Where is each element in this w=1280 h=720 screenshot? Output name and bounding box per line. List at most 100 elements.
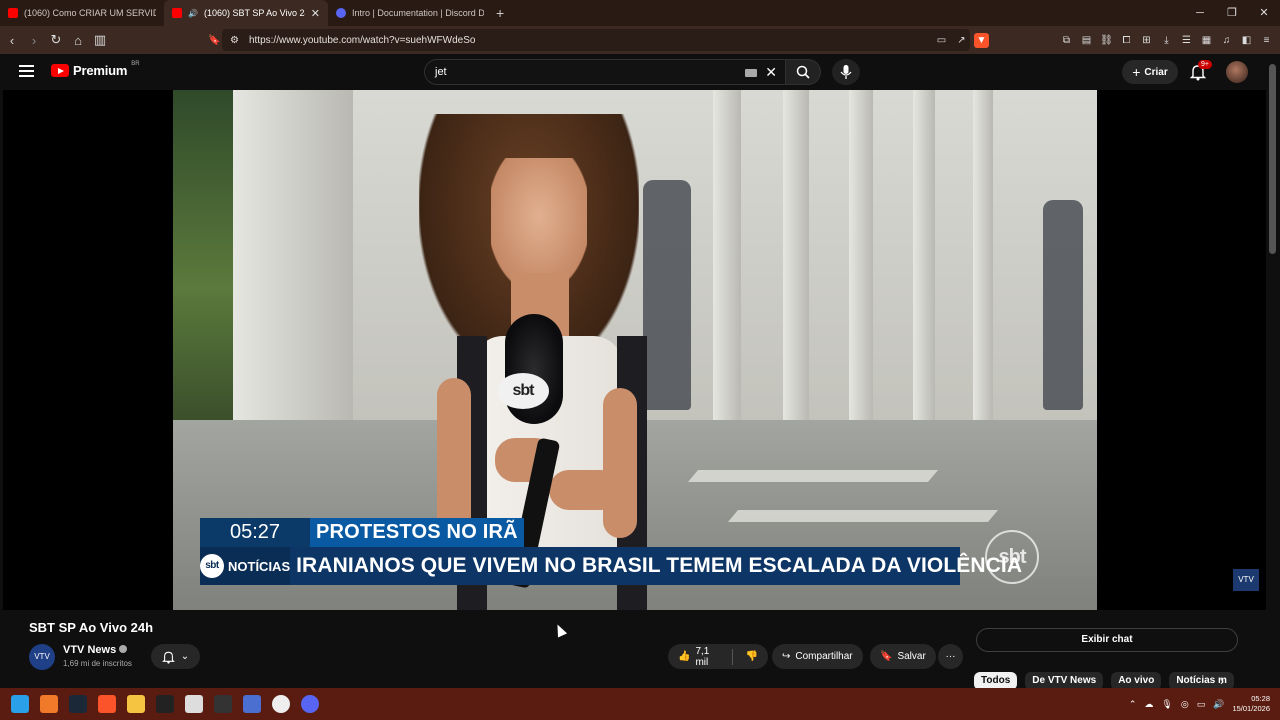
video-frame[interactable]: sbt 05:27 PROTESTOS NO IRÃ sbt NOTÍCIAS …: [173, 90, 1097, 610]
reload-icon[interactable]: ↻: [46, 32, 66, 48]
youtube-logo[interactable]: Premium BR: [51, 61, 140, 78]
tab-title: (1060) Como CRIAR UM SERVIDOR D: [24, 8, 156, 18]
forward-icon[interactable]: ›: [24, 33, 44, 48]
music-icon[interactable]: ♫: [1219, 33, 1234, 48]
search-button[interactable]: [785, 59, 821, 85]
discord-icon[interactable]: [301, 695, 319, 713]
start-icon[interactable]: [11, 695, 29, 713]
new-tab-button[interactable]: +: [496, 5, 504, 21]
lower-third-top: 05:27 PROTESTOS NO IRÃ: [200, 518, 524, 547]
tab-title: Intro | Documentation | Discord Deve: [352, 8, 484, 18]
browser-tab[interactable]: Intro | Documentation | Discord Deve: [328, 0, 492, 26]
channel-avatar[interactable]: VTV: [29, 644, 55, 670]
browser-extension-toolbar: ▭ ↗ ▼ ⧉ ▤ ⛓ ⧠ ⊞ ⤓ ☰ ▦ ♫ ◧ ≡: [934, 26, 1274, 54]
subscriber-count: 1,69 mi de inscritos: [63, 659, 132, 668]
back-icon[interactable]: ‹: [2, 33, 22, 48]
menu-icon[interactable]: ≡: [1259, 33, 1274, 48]
like-icon[interactable]: 👍: [678, 651, 690, 662]
epic-games-icon[interactable]: [156, 695, 174, 713]
building-pillar: [849, 90, 873, 420]
show-chat-button[interactable]: Exibir chat: [976, 628, 1238, 652]
browser-tab-strip: (1060) Como CRIAR UM SERVIDOR D 🔊 (1060)…: [0, 0, 1280, 26]
settings-icon[interactable]: [243, 695, 261, 713]
volume-icon[interactable]: 🔊: [1213, 699, 1224, 710]
system-clock[interactable]: 05:28 15/01/2026: [1232, 694, 1270, 714]
microphone-flag: sbt: [497, 373, 549, 409]
display-icon[interactable]: ▭: [1197, 699, 1206, 710]
brave-icon[interactable]: [98, 695, 116, 713]
search-value: jet: [435, 66, 447, 78]
building-pillar: [783, 90, 809, 420]
link-icon[interactable]: ⛓: [1099, 33, 1114, 48]
browser-tab-active[interactable]: 🔊 (1060) SBT SP Ao Vivo 24h - Y ✕: [164, 0, 328, 26]
pip-icon[interactable]: ⧠: [1119, 33, 1134, 48]
share-icon[interactable]: ↗: [954, 33, 969, 48]
crosswalk-stripe: [687, 470, 939, 482]
create-button[interactable]: + Criar: [1122, 60, 1178, 84]
building-pillar: [913, 90, 935, 420]
sbt-logo: sbt: [200, 554, 224, 578]
screenshot-icon[interactable]: ⧉: [1059, 33, 1074, 48]
app-icon[interactable]: [214, 695, 232, 713]
channel-branding-watermark[interactable]: VTV: [1233, 569, 1259, 591]
store-icon[interactable]: [185, 695, 203, 713]
search-icon: [796, 65, 810, 79]
keyboard-icon[interactable]: [745, 69, 757, 77]
brave-shield-icon[interactable]: ▼: [974, 32, 989, 48]
voice-search-button[interactable]: [832, 59, 860, 85]
tabs-icon[interactable]: ▤: [1079, 33, 1094, 48]
browser-tab[interactable]: (1060) Como CRIAR UM SERVIDOR D: [0, 0, 164, 26]
extensions-icon[interactable]: ⊞: [1139, 33, 1154, 48]
clear-search-icon[interactable]: ✕: [765, 64, 777, 81]
sidebar-toggle-icon[interactable]: ▥: [90, 32, 110, 48]
microphone-icon[interactable]: 🎙: [1161, 699, 1172, 710]
chevron-up-icon[interactable]: ⌃: [1129, 699, 1137, 710]
account-avatar[interactable]: [1226, 61, 1248, 83]
network-icon[interactable]: ☁: [1144, 699, 1153, 710]
chevron-right-icon[interactable]: ›: [1220, 674, 1224, 688]
building-pillar: [973, 90, 993, 420]
save-icon: 🔖: [880, 651, 893, 662]
app-icon[interactable]: [40, 695, 58, 713]
channel-name[interactable]: VTV News: [63, 644, 128, 656]
clock-time: 05:28: [1251, 694, 1270, 703]
save-button[interactable]: 🔖 Salvar: [870, 644, 936, 669]
download-icon[interactable]: ⤓: [1159, 33, 1174, 48]
overlay-clock: 05:27: [200, 518, 310, 547]
share-button[interactable]: ↪ Compartilhar: [772, 644, 863, 669]
reading-list-icon[interactable]: ☰: [1179, 33, 1194, 48]
hamburger-menu-icon[interactable]: [19, 65, 34, 78]
save-label: Salvar: [897, 651, 926, 662]
app-tray-icon[interactable]: ◎: [1181, 699, 1189, 710]
steam-icon[interactable]: [69, 695, 87, 713]
site-info-icon[interactable]: ⚙: [230, 35, 239, 46]
close-tab-icon[interactable]: ✕: [311, 7, 320, 20]
overlay-headline-bottom: IRANIANOS QUE VIVEM NO BRASIL TEMEM ESCA…: [296, 554, 1023, 577]
wallet-icon[interactable]: ▦: [1199, 33, 1214, 48]
microphone-icon: [840, 65, 852, 79]
page-scrollbar[interactable]: [1266, 54, 1280, 688]
like-count[interactable]: 7,1 mil: [695, 646, 718, 668]
reporter-face: [491, 158, 587, 288]
minimize-icon[interactable]: ─: [1184, 0, 1216, 26]
clock-app-icon[interactable]: [272, 695, 290, 713]
bell-icon: [161, 651, 175, 664]
video-player[interactable]: sbt 05:27 PROTESTOS NO IRÃ sbt NOTÍCIAS …: [3, 90, 1266, 610]
youtube-header: Premium BR jet ✕ + Criar 9+: [0, 54, 1266, 90]
cast-icon[interactable]: ▭: [934, 33, 949, 48]
notification-settings-button[interactable]: ⌄: [151, 644, 200, 669]
close-window-icon[interactable]: ✕: [1248, 0, 1280, 26]
restore-icon[interactable]: ❐: [1216, 0, 1248, 26]
more-actions-button[interactable]: ···: [938, 644, 963, 669]
dislike-icon[interactable]: 👎: [746, 651, 758, 662]
search-input[interactable]: jet ✕: [424, 59, 786, 85]
bookmark-icon[interactable]: 🔖: [208, 35, 220, 46]
channel-name-text[interactable]: VTV News: [63, 644, 116, 656]
scrollbar-thumb[interactable]: [1269, 64, 1276, 254]
youtube-icon: [8, 8, 18, 18]
address-bar[interactable]: 🔖 ⚙ https://www.youtube.com/watch?v=sueh…: [208, 29, 970, 51]
home-icon[interactable]: ⌂: [68, 33, 88, 48]
split-view-icon[interactable]: ◧: [1239, 33, 1254, 48]
file-explorer-icon[interactable]: [127, 695, 145, 713]
speaker-icon[interactable]: 🔊: [188, 9, 198, 18]
